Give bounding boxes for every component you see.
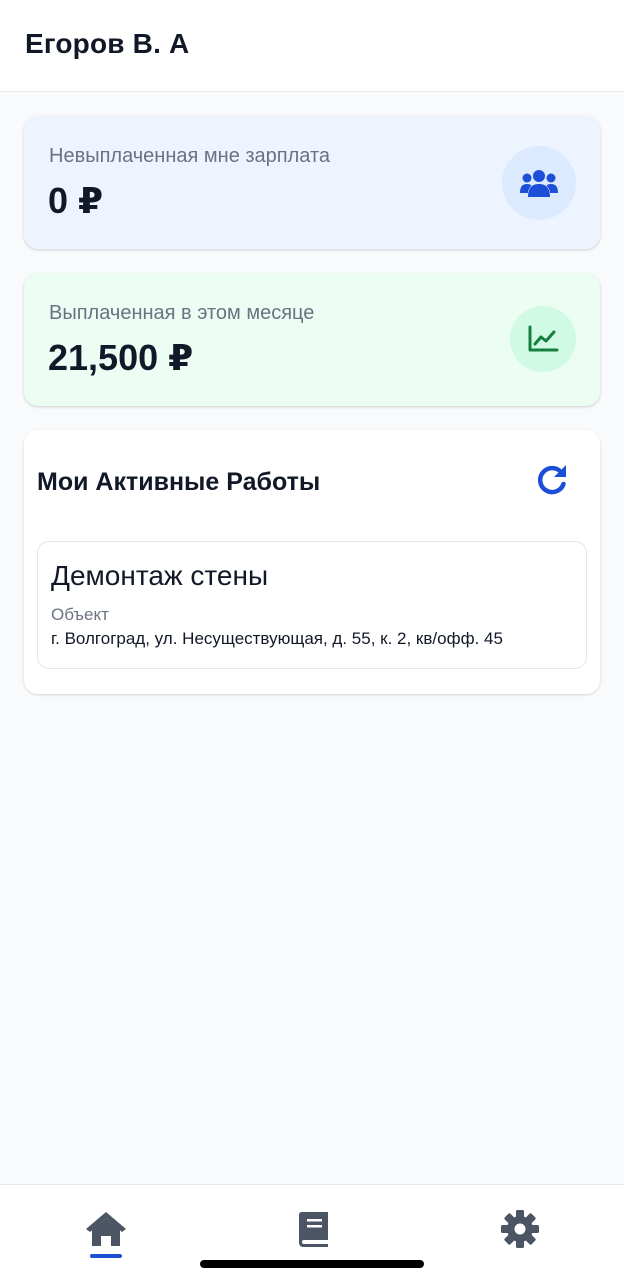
paid-this-month-label: Выплаченная в этом месяце (49, 302, 315, 324)
refresh-button[interactable] (532, 460, 572, 500)
tab-settings[interactable] (490, 1199, 550, 1259)
app-screen: Егоров В. А Невыплаченная мне зарплата 0… (0, 0, 624, 1280)
job-object-label: Объект (51, 605, 109, 624)
chart-line-icon (510, 306, 576, 372)
gear-icon (501, 1210, 539, 1248)
active-jobs-title: Мои Активные Работы (37, 468, 321, 496)
job-title: Демонтаж стены (51, 560, 269, 591)
refresh-icon (537, 465, 566, 495)
tab-home[interactable] (76, 1199, 136, 1259)
home-icon (86, 1212, 126, 1246)
book-icon (299, 1212, 328, 1247)
active-tab-indicator (90, 1254, 122, 1258)
unpaid-salary-value: 0 ₽ (48, 180, 104, 221)
page-title: Егоров В. А (25, 28, 190, 59)
job-item[interactable]: Демонтаж стены Объект г. Волгоград, ул. … (37, 541, 587, 669)
paid-this-month-value: 21,500 ₽ (48, 337, 194, 378)
active-jobs-section: Мои Активные Работы Демонтаж стены Объек… (24, 430, 600, 694)
tab-book[interactable] (284, 1199, 344, 1259)
unpaid-salary-label: Невыплаченная мне зарплата (49, 145, 331, 167)
users-icon (502, 146, 576, 220)
unpaid-salary-card: Невыплаченная мне зарплата 0 ₽ (24, 116, 600, 249)
paid-this-month-card: Выплаченная в этом месяце 21,500 ₽ (24, 273, 600, 406)
system-home-indicator (200, 1260, 424, 1268)
job-address: г. Волгоград, ул. Несуществующая, д. 55,… (51, 629, 503, 648)
app-header: Егоров В. А (0, 0, 624, 92)
